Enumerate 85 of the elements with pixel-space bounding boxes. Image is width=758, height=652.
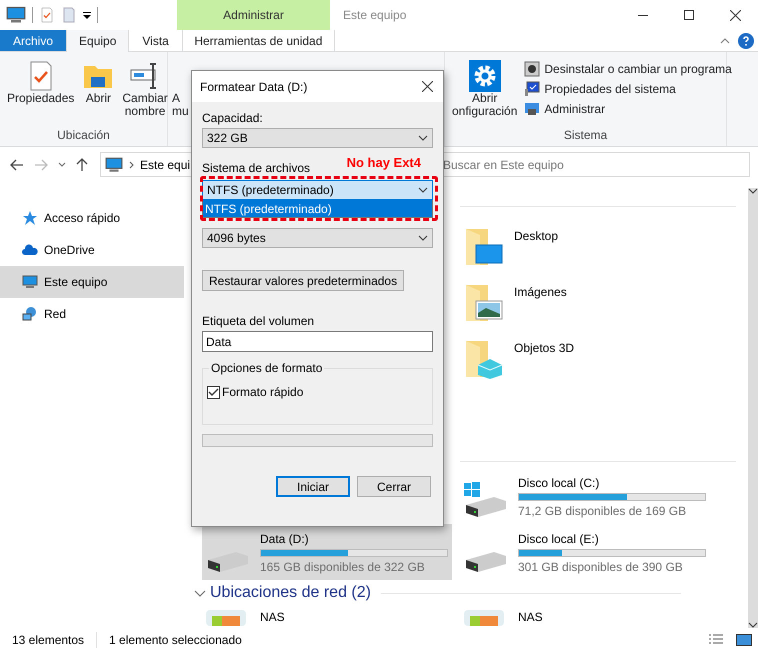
drive-icon xyxy=(206,552,250,573)
nas-icon xyxy=(206,610,246,626)
network-section-header[interactable]: Ubicaciones de red (2) xyxy=(188,580,748,602)
close-icon xyxy=(422,81,432,92)
star-icon xyxy=(22,210,38,226)
checkmark-icon xyxy=(208,388,219,396)
pictures-folder-icon xyxy=(464,283,504,323)
scroll-down-icon xyxy=(748,622,758,628)
dropdown-caret-icon xyxy=(418,187,428,193)
dialog-title: Formatear Data (D:) xyxy=(200,80,308,94)
selection-count: 1 elemento seleccionado xyxy=(109,633,242,647)
up-button[interactable] xyxy=(74,156,90,174)
ribbon-button[interactable]: Abrir onfiguración xyxy=(449,56,520,128)
back-button[interactable] xyxy=(8,156,26,172)
field-label: Capacidad: xyxy=(202,111,264,125)
scrollbar[interactable] xyxy=(748,188,758,628)
computer-icon xyxy=(105,156,123,174)
folder-tile[interactable]: Imágenes xyxy=(460,277,748,333)
network-icon xyxy=(22,306,38,322)
capacity-select[interactable]: 322 GB xyxy=(202,128,433,148)
ribbon-button[interactable]: A mu xyxy=(172,56,189,128)
close-icon xyxy=(730,10,740,20)
sidebar-item[interactable]: OneDrive xyxy=(0,234,184,266)
drive-tile[interactable]: Data (D:) 165 GB disponibles de 322 GB xyxy=(202,524,452,580)
ribbon-small-button[interactable]: Desinstalar o cambiar un programa xyxy=(522,60,734,78)
ribbon-group-label: Sistema xyxy=(562,128,608,144)
folder-tile[interactable]: Desktop xyxy=(460,221,748,277)
drive-tile[interactable]: Disco local (E:) 301 GB disponibles de 390 GB xyxy=(460,524,748,580)
disc-box-icon xyxy=(524,61,540,77)
restore-defaults-button[interactable]: Restaurar valores predeterminados xyxy=(202,270,404,291)
dropdown-caret-icon xyxy=(418,235,428,241)
checklist-icon xyxy=(39,7,55,23)
allocation-select[interactable]: 4096 bytes xyxy=(202,228,433,248)
dropdown-option[interactable]: NTFS (predeterminado) xyxy=(202,200,433,218)
document-icon xyxy=(61,7,77,23)
maximize-icon xyxy=(684,10,694,20)
settings-icon xyxy=(468,60,501,92)
breadcrumb-chevron-icon xyxy=(129,160,134,168)
nas-icon xyxy=(464,610,504,626)
ribbon-button[interactable]: Propiedades xyxy=(4,56,78,128)
caret-icon xyxy=(194,590,206,596)
large-icons-view-icon[interactable] xyxy=(736,633,752,647)
volume-label-input[interactable]: Data xyxy=(202,331,433,352)
network-location-tile[interactable]: NAS xyxy=(460,610,660,626)
annotation-text: No hay Ext4 xyxy=(346,155,421,170)
network-location-tile[interactable]: NAS xyxy=(202,610,460,626)
drive-icon xyxy=(464,552,508,573)
dialog-button[interactable]: Cerrar xyxy=(357,476,431,497)
ribbon-button[interactable]: Abrir xyxy=(79,56,118,128)
context-tab-header: Administrar xyxy=(177,0,330,30)
quick-format-checkbox[interactable]: Formato rápido xyxy=(207,385,428,399)
item-count: 13 elementos xyxy=(12,633,84,647)
sidebar-item[interactable]: Red xyxy=(0,298,184,330)
dropdown-caret-icon xyxy=(418,135,428,141)
recent-locations-button[interactable] xyxy=(56,160,68,169)
sidebar-item[interactable]: Acceso rápido xyxy=(0,202,184,234)
computer-manage-icon xyxy=(524,101,540,117)
monitor-check-icon xyxy=(524,81,540,97)
field-label: Etiqueta del volumen xyxy=(202,314,316,328)
filesystem-select[interactable]: NTFS (predeterminado) xyxy=(202,180,433,200)
drive-tile[interactable]: Disco local (C:) 71,2 GB disponibles de 169 GB xyxy=(460,468,748,524)
ribbon-tab[interactable]: Herramientas de unidad xyxy=(182,30,335,51)
folder-tile[interactable]: Objetos 3D xyxy=(460,333,748,389)
customize-arrow-icon[interactable] xyxy=(83,11,91,19)
ribbon-tab[interactable]: Equipo xyxy=(66,30,130,52)
help-icon[interactable] xyxy=(738,32,754,48)
collapse-ribbon-icon[interactable] xyxy=(720,38,730,44)
field-label: Sistema de archivos xyxy=(202,161,310,175)
file-menu-tab[interactable]: Archivo xyxy=(0,30,66,51)
window-title: Este equipo xyxy=(342,7,408,24)
desktop-folder-icon xyxy=(464,227,504,267)
sidebar-item[interactable]: Este equipo xyxy=(0,266,184,298)
system-drive-icon xyxy=(464,482,508,518)
cube-folder-icon xyxy=(464,339,504,379)
computer-icon xyxy=(6,5,26,25)
ribbon-small-button[interactable]: Propiedades del sistema xyxy=(522,80,734,98)
ribbon-group-label: Ubicación xyxy=(56,128,111,144)
cloud-icon xyxy=(22,242,38,258)
minimize-icon xyxy=(638,14,648,16)
groupbox-legend: Opciones de formato xyxy=(209,361,324,375)
dialog-button[interactable]: Iniciar xyxy=(276,476,350,497)
ribbon-small-button[interactable]: Administrar xyxy=(522,100,734,118)
scroll-up-icon xyxy=(748,188,758,194)
computer-icon xyxy=(22,274,38,290)
ribbon-button[interactable]: Cambiar nombre xyxy=(119,56,171,128)
